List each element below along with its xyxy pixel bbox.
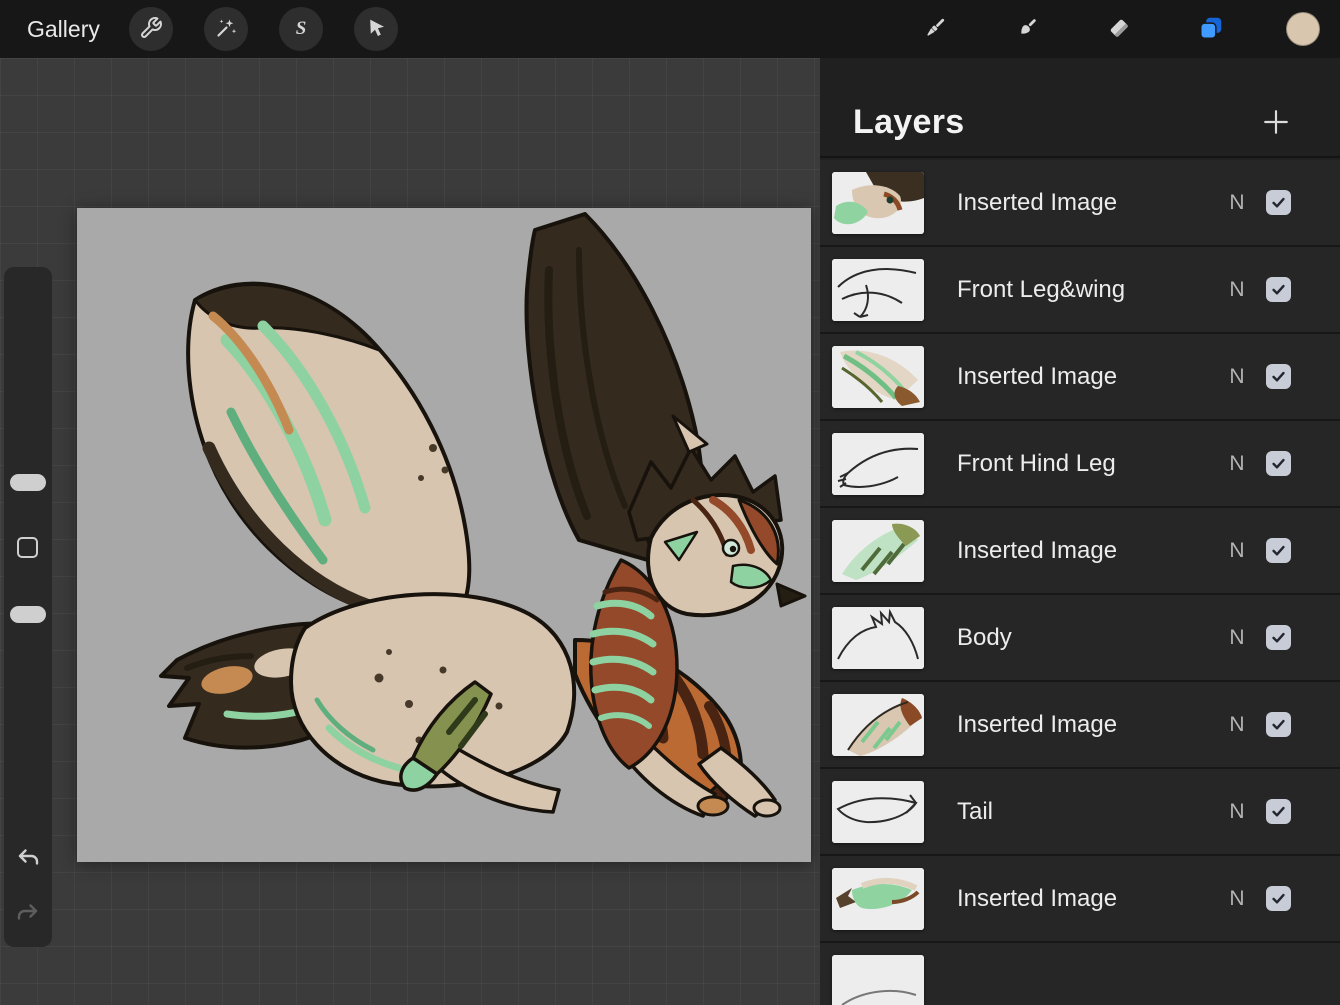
layer-visibility-checkbox[interactable] [1266,712,1291,737]
check-icon [1269,367,1288,386]
blend-mode-badge[interactable]: N [1222,713,1252,737]
redo-icon [15,914,41,929]
transform-arrow-icon [364,16,388,43]
layer-name: Front Leg&wing [957,276,1222,304]
workspace [0,58,820,1005]
layer-name: Inserted Image [957,363,1222,391]
blend-mode-badge[interactable]: N [1222,452,1252,476]
blend-mode-badge[interactable]: N [1222,626,1252,650]
layer-visibility-checkbox[interactable] [1266,451,1291,476]
check-icon [1269,715,1288,734]
canvas[interactable] [77,208,811,862]
check-icon [1269,628,1288,647]
layer-row[interactable] [820,943,1340,1005]
layer-thumbnail[interactable] [832,781,924,843]
check-icon [1269,541,1288,560]
gallery-button[interactable]: Gallery [27,16,100,43]
color-swatch-icon [1286,12,1320,46]
plus-icon [1258,128,1294,143]
svg-text:S: S [296,18,307,39]
layers-panel-title: Layers [853,103,964,142]
check-icon [1269,454,1288,473]
check-icon [1269,889,1288,908]
undo-button[interactable] [15,845,41,871]
artwork-dragon [77,208,811,862]
layer-thumbnail[interactable] [832,520,924,582]
opacity-slider-handle[interactable] [10,606,46,623]
layer-name: Inserted Image [957,189,1222,217]
magic-wand-icon [214,16,238,43]
layer-row[interactable]: Inserted Image N [820,160,1340,247]
layer-name: Inserted Image [957,711,1222,739]
brush-icon [921,14,949,45]
modify-button[interactable] [17,537,38,558]
layer-name: Inserted Image [957,885,1222,913]
procreate-app: Gallery S [0,0,1340,1005]
layer-row[interactable]: Inserted Image N [820,334,1340,421]
layer-name: Body [957,624,1222,652]
layer-visibility-checkbox[interactable] [1266,886,1291,911]
layer-row[interactable]: Body N [820,595,1340,682]
blend-mode-badge[interactable]: N [1222,365,1252,389]
smudge-icon [1013,14,1041,45]
blend-mode-badge[interactable]: N [1222,191,1252,215]
layer-visibility-checkbox[interactable] [1266,538,1291,563]
selection-button[interactable]: S [279,7,323,51]
layer-thumbnail[interactable] [832,259,924,321]
layer-thumbnail[interactable] [832,172,924,234]
add-layer-button[interactable] [1256,103,1296,143]
topbar-left-group: Gallery S [0,7,429,51]
layer-visibility-checkbox[interactable] [1266,364,1291,389]
layer-thumbnail[interactable] [832,346,924,408]
selection-s-icon: S [289,16,313,43]
layers-panel-header: Layers [820,58,1340,158]
layer-row[interactable]: Front Hind Leg N [820,421,1340,508]
blend-mode-badge[interactable]: N [1222,539,1252,563]
paint-tool-button[interactable] [913,7,957,51]
layer-row[interactable]: Front Leg&wing N [820,247,1340,334]
layers-panel: Layers Inserted Image N Front Leg&wing N… [820,58,1340,1005]
blend-mode-badge[interactable]: N [1222,887,1252,911]
topbar: Gallery S [0,0,1340,58]
layer-thumbnail[interactable] [832,694,924,756]
wrench-icon [139,16,163,43]
brush-size-slider-handle[interactable] [10,474,46,491]
layer-row[interactable]: Inserted Image N [820,856,1340,943]
layer-list: Inserted Image N Front Leg&wing N Insert… [820,160,1340,1005]
layer-thumbnail[interactable] [832,955,924,1005]
eraser-tool-button[interactable] [1097,7,1141,51]
layer-name: Tail [957,798,1222,826]
actions-button[interactable] [129,7,173,51]
layer-visibility-checkbox[interactable] [1266,190,1291,215]
layers-icon [1197,14,1225,45]
layer-thumbnail[interactable] [832,433,924,495]
redo-button[interactable] [15,900,41,926]
undo-icon [15,859,41,874]
transform-button[interactable] [354,7,398,51]
layers-panel-button[interactable] [1189,7,1233,51]
layer-thumbnail[interactable] [832,607,924,669]
layer-name: Inserted Image [957,537,1222,565]
sidebar-toolbar[interactable] [4,267,52,947]
smudge-tool-button[interactable] [1005,7,1049,51]
check-icon [1269,280,1288,299]
layer-row[interactable]: Tail N [820,769,1340,856]
eraser-icon [1105,14,1133,45]
check-icon [1269,802,1288,821]
blend-mode-badge[interactable]: N [1222,800,1252,824]
blend-mode-badge[interactable]: N [1222,278,1252,302]
layer-thumbnail[interactable] [832,868,924,930]
layer-row[interactable]: Inserted Image N [820,682,1340,769]
layer-visibility-checkbox[interactable] [1266,277,1291,302]
layer-visibility-checkbox[interactable] [1266,799,1291,824]
layer-name: Front Hind Leg [957,450,1222,478]
check-icon [1269,193,1288,212]
layer-row[interactable]: Inserted Image N [820,508,1340,595]
color-picker-button[interactable] [1281,7,1325,51]
layer-visibility-checkbox[interactable] [1266,625,1291,650]
adjustments-button[interactable] [204,7,248,51]
topbar-right-group [913,7,1340,51]
